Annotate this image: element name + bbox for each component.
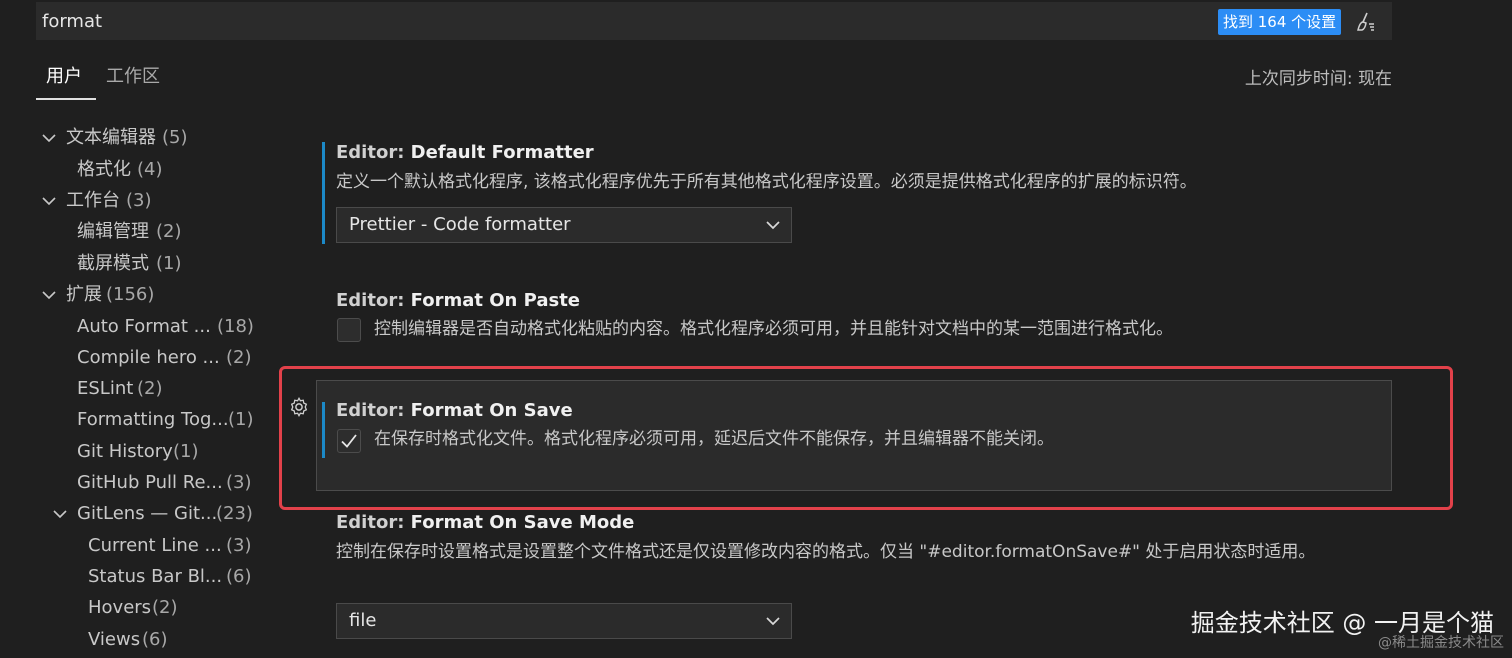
- chevron-down-icon: [42, 197, 56, 206]
- toc-item-count: (3): [226, 472, 252, 493]
- toc-item-screencast-mode[interactable]: 截屏模式 (1): [77, 250, 197, 278]
- toc-item-label: 格式化: [77, 159, 131, 180]
- toc-item-count: (23): [216, 503, 253, 524]
- clear-filter-icon[interactable]: [1353, 10, 1377, 34]
- toc-item-label: Current Line ...: [88, 535, 222, 556]
- setting-title: Editor: Format On Paste: [336, 290, 580, 311]
- chevron-down-icon: [42, 291, 56, 300]
- toc-item-git-history[interactable]: Git History (1): [77, 438, 217, 466]
- tab-user[interactable]: 用户: [46, 62, 82, 88]
- toc-item-count: (1): [228, 409, 254, 430]
- toc-item-count: (5): [162, 127, 188, 148]
- sync-status: 上次同步时间: 现在: [1244, 69, 1392, 89]
- toc-item-label: 编辑管理: [77, 221, 149, 242]
- toc-item-gitlens[interactable]: GitLens — Git... (23): [52, 500, 257, 528]
- default-formatter-select[interactable]: Prettier - Code formatter: [336, 207, 792, 243]
- toc-item-count: (1): [173, 441, 199, 462]
- setting-category: Editor:: [336, 142, 411, 163]
- toc-item-extensions[interactable]: 扩展 (156): [40, 281, 170, 309]
- setting-category: Editor:: [336, 512, 411, 533]
- chevron-down-icon: [42, 134, 56, 143]
- setting-title: Editor: Format On Save Mode: [336, 512, 634, 533]
- toc-item-label: Formatting Tog...: [77, 409, 229, 430]
- toc-item-formatting[interactable]: 格式化 (4): [77, 156, 177, 184]
- setting-title: Editor: Default Formatter: [336, 142, 594, 163]
- format-on-paste-checkbox[interactable]: [337, 318, 361, 342]
- toc-item-count: (2): [226, 347, 252, 368]
- tab-workspace[interactable]: 工作区: [106, 62, 160, 88]
- setting-name: Default Formatter: [410, 142, 594, 163]
- chevron-down-icon: [53, 510, 67, 519]
- toc-item-label: GitLens — Git...: [77, 503, 218, 524]
- setting-description: 控制在保存时设置格式是设置整个文件格式还是仅设置修改内容的格式。仅当 "#edi…: [336, 542, 1316, 562]
- chevron-down-icon: [766, 221, 780, 230]
- watermark-subtext: @稀土掘金技术社区: [1378, 635, 1504, 651]
- toc-item-label: Auto Format ...: [77, 316, 211, 337]
- setting-category: Editor:: [336, 290, 411, 311]
- toc-item-status-bar-blame[interactable]: Status Bar Bl... (6): [88, 563, 258, 591]
- modified-indicator: [322, 142, 325, 244]
- toc-item-label: Views: [88, 629, 141, 650]
- setting-format-on-paste: Editor: Format On Paste 控制编辑器是否自动格式化粘贴的内…: [322, 290, 1322, 350]
- toc-item-label: Status Bar Bl...: [88, 566, 223, 587]
- toc-item-count: (2): [152, 597, 178, 618]
- active-tab-indicator: [36, 98, 96, 100]
- toc-item-label: ESLint: [77, 378, 134, 399]
- settings-search-input[interactable]: [42, 2, 1202, 40]
- toc-item-editor-management[interactable]: 编辑管理 (2): [77, 218, 197, 246]
- toc-item-workbench[interactable]: 工作台 (3): [40, 187, 170, 215]
- annotation-highlight-box: [279, 366, 1453, 510]
- toc-item-count: (3): [126, 190, 152, 211]
- toc-item-count: (2): [156, 221, 182, 242]
- setting-default-formatter: Editor: Default Formatter 定义一个默认格式化程序, 该…: [322, 142, 1322, 246]
- toc-item-count: (18): [217, 316, 254, 337]
- setting-name: Format On Paste: [410, 290, 581, 311]
- toc-item-formatting-toggle[interactable]: Formatting Tog... (1): [77, 406, 257, 434]
- chevron-down-icon: [766, 617, 780, 626]
- toc-item-github-pull-requests[interactable]: GitHub Pull Re... (3): [77, 469, 257, 497]
- setting-name: Format On Save Mode: [410, 512, 635, 533]
- toc-item-text-editor[interactable]: 文本编辑器 (5): [40, 124, 200, 152]
- toc-item-count: (2): [137, 378, 163, 399]
- toc-item-label: 扩展: [66, 284, 102, 305]
- format-on-save-mode-select[interactable]: file: [336, 603, 792, 639]
- setting-description: 定义一个默认格式化程序, 该格式化程序优先于所有其他格式化程序设置。必须是提供格…: [336, 172, 1197, 192]
- toc-item-count: (6): [226, 566, 252, 587]
- settings-search-bar: 找到 164 个设置: [36, 2, 1392, 40]
- toc-item-auto-format[interactable]: Auto Format ... (18): [77, 313, 257, 341]
- toc-item-label: 文本编辑器: [66, 127, 156, 148]
- toc-item-label: 截屏模式: [77, 253, 149, 274]
- toc-item-label: GitHub Pull Re...: [77, 472, 223, 493]
- setting-description: 控制编辑器是否自动格式化粘贴的内容。格式化程序必须可用，并且能针对文档中的某一范…: [374, 319, 1173, 339]
- toc-item-label: 工作台: [66, 190, 120, 211]
- toc-item-label: Hovers: [88, 597, 152, 618]
- toc-item-count: (1): [156, 253, 182, 274]
- toc-item-count: (156): [106, 284, 155, 305]
- toc-item-label: Compile hero ...: [77, 347, 220, 368]
- select-value: file: [349, 610, 377, 631]
- toc-item-eslint[interactable]: ESLint (2): [77, 375, 197, 403]
- toc-item-count: (6): [142, 629, 168, 650]
- toc-item-current-line[interactable]: Current Line ... (3): [88, 532, 258, 560]
- select-value: Prettier - Code formatter: [349, 214, 571, 235]
- match-count-badge: 找到 164 个设置: [1218, 9, 1342, 35]
- toc-item-count: (4): [137, 159, 163, 180]
- toc-item-compile-hero[interactable]: Compile hero ... (2): [77, 344, 257, 372]
- toc-item-label: Git History: [77, 441, 173, 462]
- toc-item-count: (3): [226, 535, 252, 556]
- toc-item-views[interactable]: Views (6): [88, 626, 188, 654]
- toc-item-hovers[interactable]: Hovers (2): [88, 594, 198, 622]
